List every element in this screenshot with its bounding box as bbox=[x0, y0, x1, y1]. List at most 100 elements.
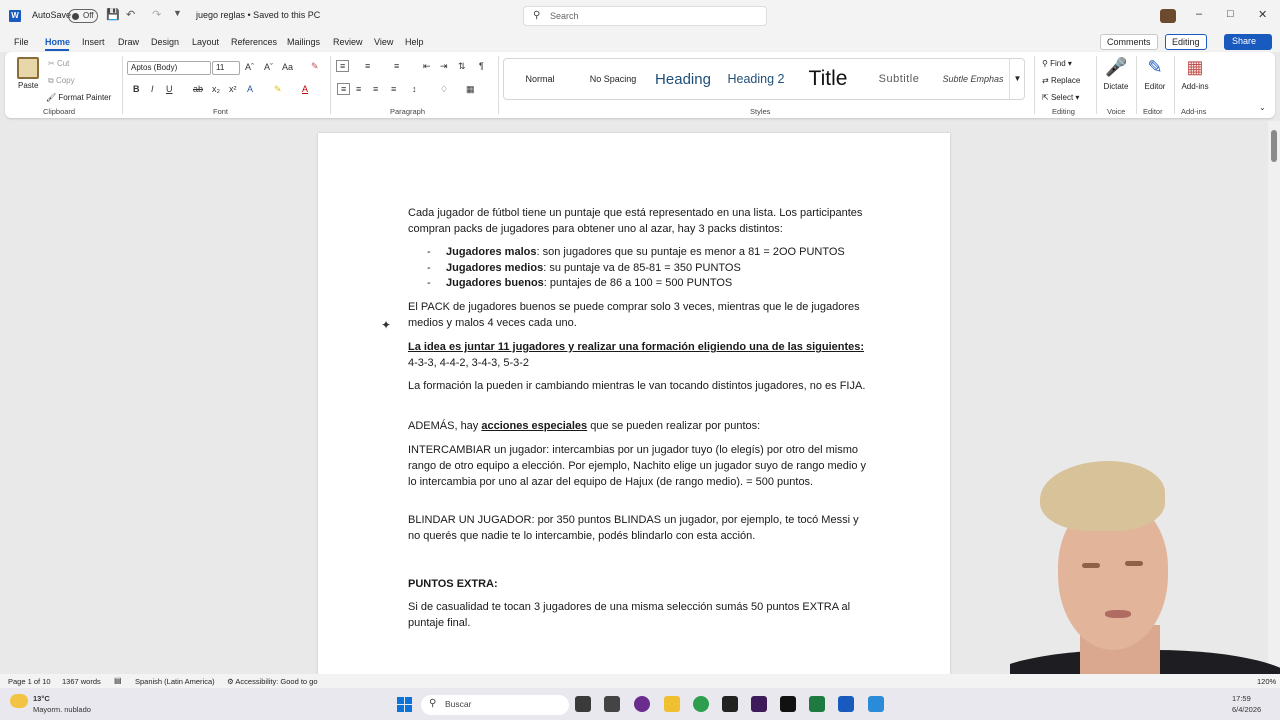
format-painter-button[interactable]: 🖌 Format Painter bbox=[46, 93, 111, 102]
bold-icon[interactable]: B bbox=[133, 84, 140, 94]
underline-icon[interactable]: U bbox=[166, 84, 173, 94]
clock-time[interactable]: 17:59 bbox=[1232, 694, 1251, 703]
editor-button[interactable]: ✎ Editor bbox=[1141, 56, 1169, 91]
tab-file[interactable]: File bbox=[14, 37, 29, 47]
numbering-icon[interactable]: ≡ bbox=[365, 61, 370, 71]
app-icon[interactable] bbox=[634, 696, 650, 712]
line-spacing-icon[interactable]: ↕ bbox=[412, 84, 417, 94]
replace-button[interactable]: ⇄ Replace bbox=[1042, 76, 1080, 85]
cut-button[interactable]: ✂ Cut bbox=[48, 59, 69, 68]
multilevel-list-icon[interactable]: ≡ bbox=[394, 61, 399, 71]
customize-toolbar-icon[interactable]: ▼ bbox=[173, 8, 182, 18]
justify-icon[interactable]: ≡ bbox=[391, 84, 396, 94]
weather-desc[interactable]: Mayorm. nublado bbox=[33, 705, 91, 714]
close-icon[interactable]: ✕ bbox=[1258, 8, 1267, 21]
style-heading-2[interactable]: Heading 2 bbox=[719, 58, 793, 100]
widgets-icon[interactable] bbox=[604, 696, 620, 712]
tab-help[interactable]: Help bbox=[405, 37, 424, 47]
user-avatar[interactable] bbox=[1160, 9, 1176, 23]
shading-icon[interactable]: ♢ bbox=[440, 84, 448, 95]
word-count[interactable]: 1367 words bbox=[62, 677, 101, 686]
save-icon[interactable]: 💾 bbox=[106, 8, 120, 21]
search-box[interactable]: ⚲ Search bbox=[523, 6, 767, 26]
copy-button[interactable]: ⧉ Copy bbox=[48, 76, 75, 86]
tab-insert[interactable]: Insert bbox=[82, 37, 105, 47]
style-no-spacing[interactable]: No Spacing bbox=[577, 58, 649, 100]
word-taskbar-icon[interactable] bbox=[838, 696, 854, 712]
styles-more-icon[interactable]: ▼ bbox=[1009, 58, 1025, 100]
bullets-icon[interactable]: ≡ bbox=[336, 60, 350, 72]
accessibility-status[interactable]: ⚙ Accessibility: Good to go bbox=[227, 677, 318, 686]
task-view-icon[interactable] bbox=[575, 696, 591, 712]
style-subtitle[interactable]: Subtitle bbox=[863, 58, 935, 100]
scrollbar-thumb[interactable] bbox=[1271, 130, 1277, 162]
shrink-font-icon[interactable]: Aˇ bbox=[264, 62, 273, 72]
excel-icon[interactable] bbox=[809, 696, 825, 712]
comments-button[interactable]: Comments bbox=[1100, 34, 1158, 50]
grow-font-icon[interactable]: Aˆ bbox=[245, 62, 254, 72]
strikethrough-icon[interactable]: ab bbox=[193, 84, 203, 94]
tab-layout[interactable]: Layout bbox=[192, 37, 219, 47]
language-status[interactable]: Spanish (Latin America) bbox=[135, 677, 215, 686]
app-icon[interactable] bbox=[722, 696, 738, 712]
minimize-icon[interactable]: – bbox=[1196, 8, 1202, 20]
clear-formatting-icon[interactable]: ✎ bbox=[311, 61, 319, 72]
windows-start-icon[interactable] bbox=[397, 697, 412, 712]
collapse-ribbon-icon[interactable]: ⌄ bbox=[1259, 103, 1266, 112]
style-heading[interactable]: Heading bbox=[649, 58, 717, 100]
tab-references[interactable]: References bbox=[231, 37, 277, 47]
font-color-icon[interactable]: A bbox=[302, 84, 308, 94]
page-count[interactable]: Page 1 of 10 bbox=[8, 677, 51, 686]
dictate-button[interactable]: 🎤 Dictate bbox=[1102, 56, 1130, 91]
style-title[interactable]: Title bbox=[795, 58, 861, 100]
increase-indent-icon[interactable]: ⇥ bbox=[440, 61, 448, 72]
document-title[interactable]: juego reglas • Saved to this PC bbox=[196, 10, 320, 20]
decrease-indent-icon[interactable]: ⇤ bbox=[423, 61, 431, 72]
share-button[interactable]: Share bbox=[1224, 34, 1272, 50]
align-right-icon[interactable]: ≡ bbox=[373, 84, 378, 94]
style-subtle-emphasis[interactable]: Subtle Emphas bbox=[937, 58, 1009, 100]
clock-date[interactable]: 6/4/2026 bbox=[1232, 705, 1261, 714]
app-icon[interactable] bbox=[868, 696, 884, 712]
undo-icon[interactable]: ↶ bbox=[126, 8, 135, 21]
tab-view[interactable]: View bbox=[374, 37, 393, 47]
superscript-icon[interactable]: x² bbox=[229, 84, 237, 94]
addins-button[interactable]: ▦ Add-ins bbox=[1179, 56, 1211, 91]
change-case-icon[interactable]: Aa bbox=[282, 62, 293, 72]
zoom-level[interactable]: 120% bbox=[1257, 677, 1276, 686]
chrome-icon[interactable] bbox=[693, 696, 709, 712]
text-effects-icon[interactable]: A bbox=[247, 84, 253, 94]
borders-icon[interactable]: ▦ bbox=[466, 84, 475, 95]
show-formatting-icon[interactable]: ¶ bbox=[479, 61, 484, 71]
app-icon[interactable] bbox=[780, 696, 796, 712]
redo-icon[interactable]: ↷ bbox=[152, 8, 161, 21]
tab-mailings[interactable]: Mailings bbox=[287, 37, 320, 47]
app-icon[interactable] bbox=[751, 696, 767, 712]
drag-handle-icon[interactable]: ✦ bbox=[381, 318, 391, 332]
taskbar-search[interactable]: ⚲ Buscar bbox=[421, 695, 569, 715]
align-left-icon[interactable]: ≡ bbox=[337, 83, 351, 95]
paste-icon[interactable] bbox=[17, 57, 39, 79]
autosave-toggle[interactable]: Off bbox=[68, 9, 98, 23]
font-size-select[interactable]: 11 bbox=[212, 61, 240, 75]
weather-icon[interactable] bbox=[10, 694, 28, 708]
style-normal[interactable]: Normal bbox=[505, 58, 575, 100]
sort-icon[interactable]: ⇅ bbox=[458, 61, 466, 72]
tab-design[interactable]: Design bbox=[151, 37, 179, 47]
maximize-icon[interactable]: □ bbox=[1227, 8, 1234, 20]
italic-icon[interactable]: I bbox=[151, 84, 154, 94]
proofing-icon[interactable]: ▤ bbox=[114, 676, 122, 685]
weather-temp[interactable]: 13°C bbox=[33, 694, 50, 703]
tab-review[interactable]: Review bbox=[333, 37, 363, 47]
editing-mode-button[interactable]: Editing bbox=[1165, 34, 1207, 50]
font-name-select[interactable]: Aptos (Body) bbox=[127, 61, 211, 75]
select-button[interactable]: ⇱ Select ▾ bbox=[1042, 93, 1079, 102]
paste-button[interactable]: Paste bbox=[18, 81, 38, 90]
tab-home[interactable]: Home bbox=[45, 37, 70, 47]
align-center-icon[interactable]: ≡ bbox=[356, 84, 361, 94]
tab-draw[interactable]: Draw bbox=[118, 37, 139, 47]
file-explorer-icon[interactable] bbox=[664, 696, 680, 712]
find-button[interactable]: ⚲ Find ▾ bbox=[1042, 59, 1072, 68]
highlight-icon[interactable]: ✎ bbox=[274, 84, 282, 95]
subscript-icon[interactable]: x₂ bbox=[212, 84, 220, 94]
